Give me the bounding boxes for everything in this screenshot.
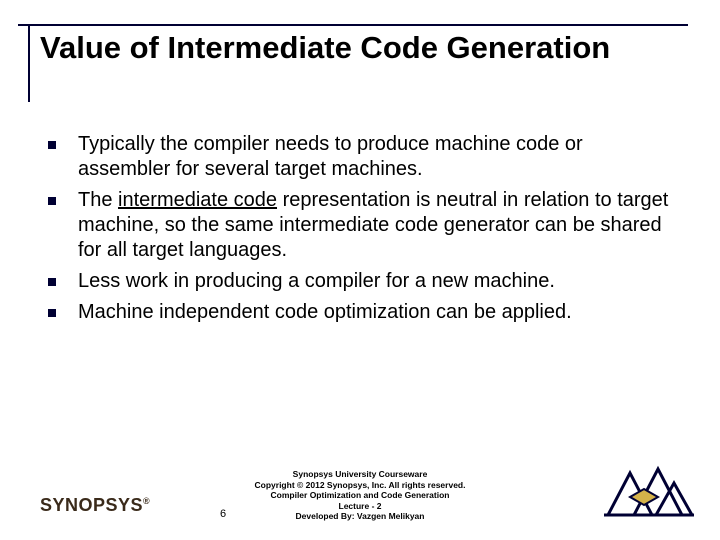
slide-body: Typically the compiler needs to produce … [40, 132, 680, 331]
credits-line: Lecture - 2 [200, 501, 520, 512]
square-bullet-icon [48, 197, 56, 205]
footer: SYNOPSYS® 6 Synopsys University Coursewa… [0, 452, 720, 522]
bullet-text: Machine independent code optimization ca… [78, 300, 680, 325]
list-item: Less work in producing a compiler for a … [40, 269, 680, 294]
credits-line: Developed By: Vazgen Melikyan [200, 511, 520, 522]
bullet-text-underlined: intermediate code [118, 189, 277, 211]
square-bullet-icon [48, 278, 56, 286]
bullet-text-pre: Machine independent code optimization ca… [78, 301, 572, 323]
title-rule-left [28, 24, 30, 102]
square-bullet-icon [48, 141, 56, 149]
registered-symbol: ® [143, 496, 150, 506]
synopsys-logo-text: SYNOPSYS [40, 495, 143, 515]
partner-logo [604, 459, 694, 522]
slide-title: Value of Intermediate Code Generation [40, 30, 680, 66]
credits-line: Synopsys University Courseware [200, 469, 520, 480]
bullet-text-pre: Typically the compiler needs to produce … [78, 133, 583, 180]
bullet-text: Typically the compiler needs to produce … [78, 132, 680, 182]
title-rule-top [18, 24, 688, 26]
credits-line: Compiler Optimization and Code Generatio… [200, 490, 520, 501]
bullet-text-pre: The [78, 189, 118, 211]
bullet-text-pre: Less work in producing a compiler for a … [78, 270, 555, 292]
list-item: Machine independent code optimization ca… [40, 300, 680, 325]
synopsys-logo: SYNOPSYS® [40, 495, 150, 516]
slide: Value of Intermediate Code Generation Ty… [0, 0, 720, 540]
list-item: The intermediate code representation is … [40, 188, 680, 263]
credits-line: Copyright © 2012 Synopsys, Inc. All righ… [200, 480, 520, 491]
bullet-text: The intermediate code representation is … [78, 188, 680, 263]
bullet-text: Less work in producing a compiler for a … [78, 269, 680, 294]
credits-block: Synopsys University Courseware Copyright… [200, 469, 520, 522]
partner-logo-icon [604, 459, 694, 517]
list-item: Typically the compiler needs to produce … [40, 132, 680, 182]
square-bullet-icon [48, 309, 56, 317]
